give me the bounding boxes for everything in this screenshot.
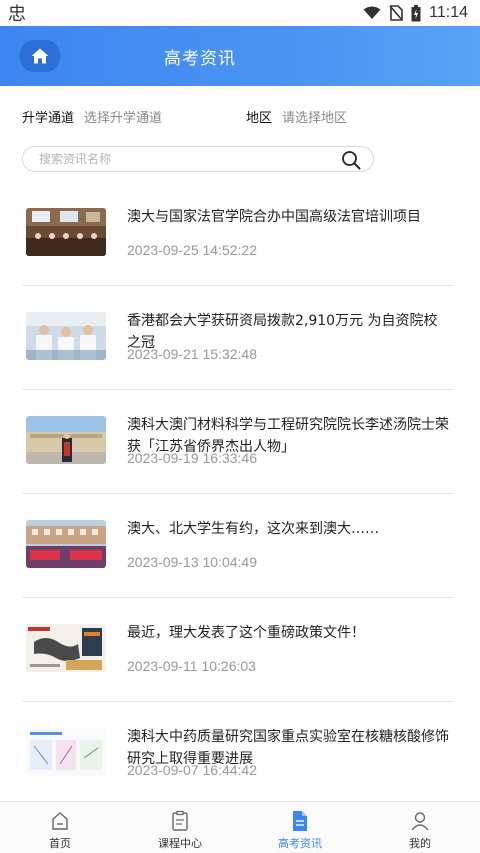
header-bar: 高考资讯 — [0, 26, 480, 86]
nav-item-home[interactable]: 首页 — [0, 802, 120, 853]
page-title: 高考资讯 — [164, 49, 236, 69]
region-filter-select[interactable]: 请选择地区 — [282, 107, 347, 126]
news-title: 最近，理大发表了这个重磅政策文件！ — [127, 625, 365, 641]
search-icon[interactable] — [341, 150, 361, 170]
nav-label: 高考资讯 — [278, 837, 322, 850]
search-box — [22, 146, 374, 172]
news-thumbnail — [26, 208, 106, 256]
nav-item-profile[interactable]: 我的 — [360, 802, 480, 853]
battery-icon — [411, 4, 421, 21]
nav-label: 我的 — [409, 837, 431, 850]
news-item[interactable]: 澳科大中药质量研究国家重点实验室在核糖核酸修饰研究上取得重要进展 2023-09… — [22, 702, 454, 806]
news-date: 2023-09-11 10:26:03 — [127, 658, 256, 674]
user-icon — [411, 812, 429, 831]
news-thumbnail — [26, 520, 106, 568]
filter-row: 升学通道 选择升学通道 地区 请选择地区 — [22, 104, 462, 128]
region-filter-label: 地区 — [246, 110, 273, 126]
news-item[interactable]: 澳大、北大学生有约，这次来到澳大…… 2023-09-13 10:04:49 — [22, 494, 454, 598]
news-thumbnail — [26, 728, 106, 776]
news-list: 澳大与国家法官学院合办中国高级法官培训项目 2023-09-25 14:52:2… — [22, 182, 454, 806]
news-item[interactable]: 最近，理大发表了这个重磅政策文件！ 2023-09-11 10:26:03 — [22, 598, 454, 702]
channel-filter-label: 升学通道 — [22, 110, 75, 126]
nav-item-news[interactable]: 高考资讯 — [240, 802, 360, 853]
wifi-icon — [363, 6, 381, 19]
news-item[interactable]: 澳科大澳门材料科学与工程研究院院长李述汤院士荣获「江苏省侨界杰出人物」 2023… — [22, 390, 454, 494]
app-notification-glyph: 忠 — [8, 4, 26, 25]
clock-time: 11:14 — [429, 4, 468, 21]
news-thumbnail — [26, 312, 106, 360]
news-item[interactable]: 澳大与国家法官学院合办中国高级法官培训项目 2023-09-25 14:52:2… — [22, 182, 454, 286]
nav-label: 首页 — [49, 837, 71, 850]
news-date: 2023-09-19 16:33:46 — [127, 450, 257, 466]
status-icons: 11:14 — [363, 4, 468, 22]
channel-filter-select[interactable]: 选择升学通道 — [84, 107, 162, 126]
home-outline-icon — [52, 812, 68, 830]
nav-item-courses[interactable]: 课程中心 — [120, 802, 240, 853]
no-sim-icon — [389, 5, 403, 21]
news-date: 2023-09-21 15:32:48 — [127, 346, 257, 362]
document-icon — [293, 811, 307, 831]
status-bar: 忠 11:14 — [0, 0, 480, 26]
clipboard-icon — [172, 810, 188, 831]
news-thumbnail — [26, 624, 106, 672]
news-item[interactable]: 香港都会大学获研资局拨款2,910万元 为自资院校之冠 2023-09-21 1… — [22, 286, 454, 390]
news-date: 2023-09-07 16:44:42 — [127, 762, 257, 778]
nav-label: 课程中心 — [158, 837, 202, 850]
news-date: 2023-09-25 14:52:22 — [127, 242, 257, 258]
search-input[interactable] — [39, 152, 329, 166]
bottom-nav: 首页 课程中心 高考资讯 我的 — [0, 801, 480, 853]
news-title: 澳大、北大学生有约，这次来到澳大…… — [127, 521, 379, 537]
news-title: 澳大与国家法官学院合办中国高级法官培训项目 — [127, 209, 421, 225]
news-thumbnail — [26, 416, 106, 464]
news-date: 2023-09-13 10:04:49 — [127, 554, 257, 570]
